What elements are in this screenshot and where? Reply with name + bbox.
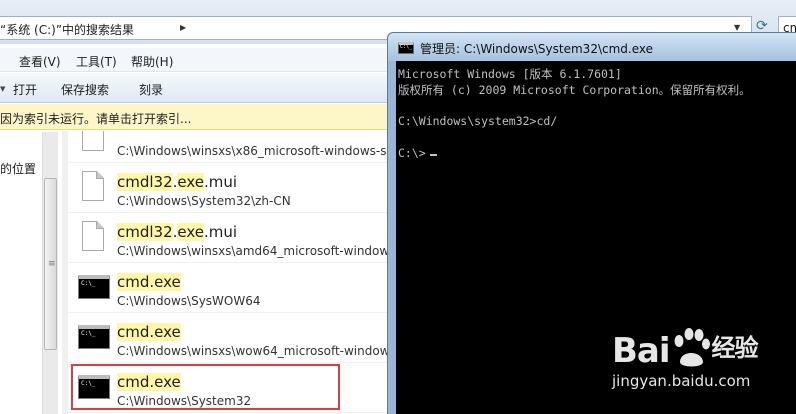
selection-highlight-box xyxy=(71,364,340,410)
console-line: 版权所有 (c) 2009 Microsoft Corporation。保留所有… xyxy=(398,83,751,97)
menu-tools[interactable]: 工具(T) xyxy=(76,53,117,70)
file-path: C:\Windows\winsxs\x86_microsoft-windows-… xyxy=(117,144,398,158)
nav-scrollbar-thumb[interactable]: ≡ xyxy=(44,178,57,350)
console-cursor xyxy=(430,154,437,156)
file-name: cmdl32.exe.mui xyxy=(117,223,238,241)
console-prompt: C:\> xyxy=(398,146,426,160)
list-item[interactable]: cmdl32.exe.mui C:\Windows\System32\zh-CN xyxy=(68,163,398,213)
info-bar-text: 因为索引未运行。请单击打开索引... xyxy=(0,112,192,126)
baidu-jingyan-watermark: Bai 经验 jingyan.baidu.com xyxy=(612,328,796,398)
file-path: C:\Windows\winsxs\amd64_microsoft-window… xyxy=(117,244,396,258)
nav-scrollbar[interactable]: ≡ xyxy=(42,132,58,414)
address-path: “系统 (C:)”中的搜索结果 xyxy=(0,23,135,37)
cmd-icon[interactable]: C:\_ xyxy=(398,42,414,54)
file-path: C:\Windows\SysWOW64 xyxy=(117,294,261,308)
search-results-list: C:\Windows\winsxs\x86_microsoft-windows-… xyxy=(68,131,398,414)
file-name: cmd.exe xyxy=(117,323,181,341)
nav-item-location[interactable]: 的位置 xyxy=(0,160,36,177)
document-icon xyxy=(82,131,104,151)
document-icon xyxy=(82,221,104,251)
save-search-button[interactable]: 保存搜索 xyxy=(61,81,109,98)
console-line: C:\Windows\system32>cd/ xyxy=(398,114,558,128)
cmd-icon: C:\_ xyxy=(78,275,110,299)
cmd-titlebar[interactable]: C:\_ 管理员: C:\Windows\System32\cmd.exe xyxy=(388,33,796,61)
cmd-icon: C:\_ xyxy=(78,325,110,349)
list-item[interactable]: C:\_ cmd.exe C:\Windows\SysWOW64 xyxy=(68,263,398,313)
file-path: C:\Windows\winsxs\wow64_microsoft-window… xyxy=(117,344,396,358)
document-icon xyxy=(82,171,104,201)
list-item[interactable]: cmdl32.exe.mui C:\Windows\winsxs\amd64_m… xyxy=(68,213,398,263)
file-path: C:\Windows\System32\zh-CN xyxy=(117,194,291,208)
paw-icon xyxy=(674,328,710,367)
file-name: cmd.exe xyxy=(117,273,181,291)
watermark-url: jingyan.baidu.com xyxy=(612,372,751,390)
list-item[interactable]: C:\Windows\winsxs\x86_microsoft-windows-… xyxy=(68,131,398,163)
console-line: Microsoft Windows [版本 6.1.7601] xyxy=(398,67,622,81)
menu-view[interactable]: 查看(V) xyxy=(19,53,61,70)
scroll-grip-icon: ≡ xyxy=(48,259,56,269)
file-name: cmdl32.exe.mui xyxy=(117,173,238,191)
menu-help[interactable]: 帮助(H) xyxy=(131,53,173,70)
breadcrumb-arrow-icon[interactable]: ▶ xyxy=(180,23,186,32)
cmd-window-title: 管理员: C:\Windows\System32\cmd.exe xyxy=(420,42,653,56)
burn-button[interactable]: 刻录 xyxy=(139,81,163,98)
list-item[interactable]: C:\_ cmd.exe C:\Windows\winsxs\wow64_mic… xyxy=(68,313,398,363)
open-button[interactable]: 打开 xyxy=(13,81,37,98)
address-dropdown-icon[interactable]: ▼ xyxy=(734,23,740,32)
toolbar-arrow-icon: ▼ xyxy=(0,85,6,93)
